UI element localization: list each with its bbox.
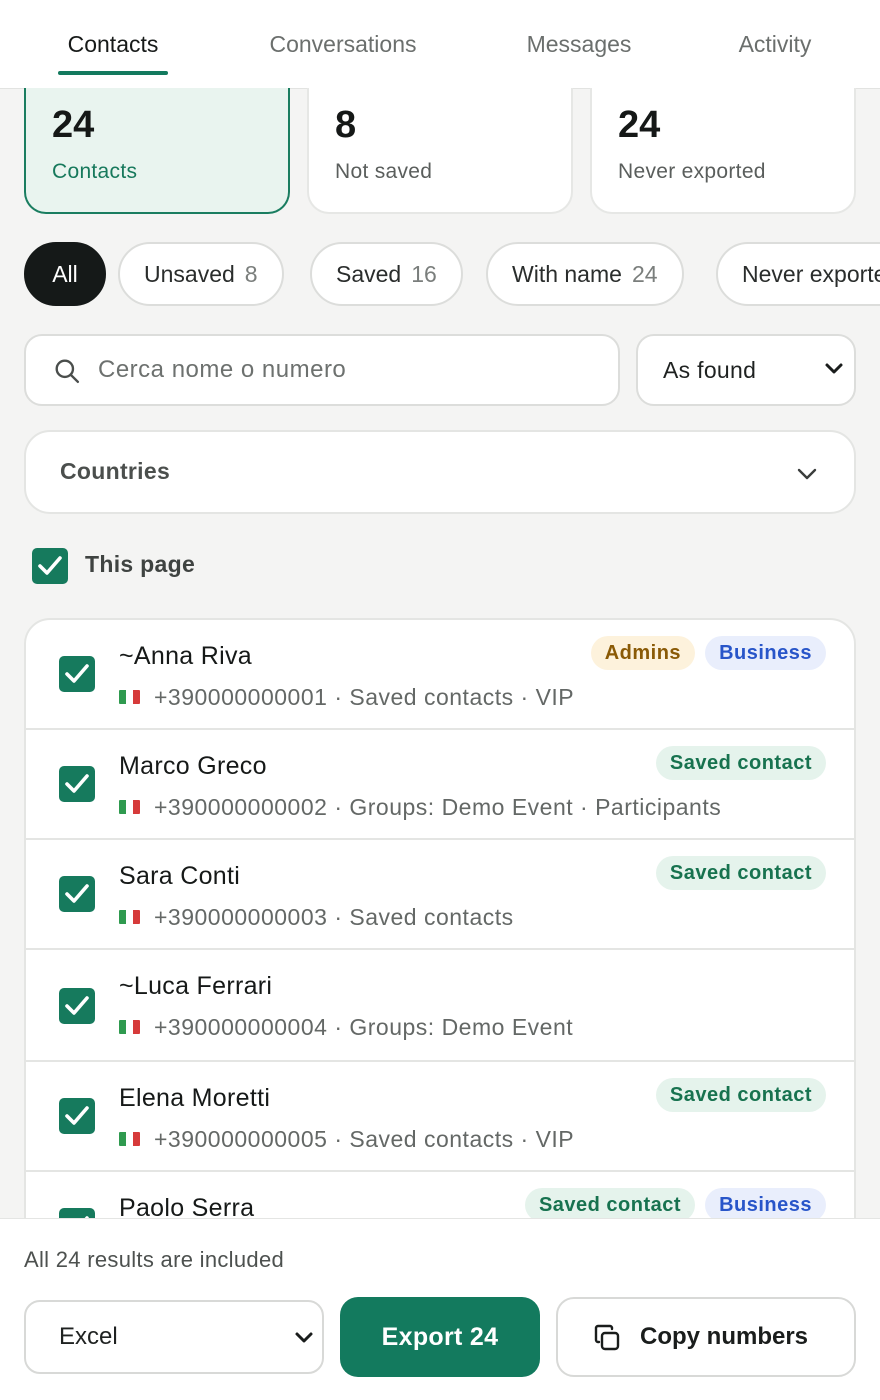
export-button[interactable]: Export 24: [340, 1297, 540, 1377]
stat-card-never-exported[interactable]: 24 Never exported: [590, 88, 856, 214]
contact-details: +390000000003 · Saved contacts: [154, 904, 514, 930]
italy-flag-icon: [119, 800, 140, 814]
checkmark-icon: [65, 1106, 89, 1125]
admins-badge: Admins: [590, 636, 696, 670]
tab-contacts[interactable]: Contacts: [58, 26, 168, 66]
row-checkbox[interactable]: [59, 1098, 95, 1134]
italy-flag-icon: [119, 1020, 140, 1034]
row-checkbox[interactable]: [59, 766, 95, 802]
italy-flag-icon: [119, 1132, 140, 1146]
chip-label: Saved: [336, 261, 402, 287]
row-checkbox[interactable]: [59, 876, 95, 912]
italy-flag-icon: [119, 690, 140, 704]
contact-details: +390000000004 · Groups: Demo Event: [154, 1014, 574, 1040]
contact-row[interactable]: Elena Moretti +390000000005 · Saved cont…: [26, 1062, 854, 1172]
contact-name: Marco Greco: [119, 752, 267, 780]
stat-value: 24: [618, 104, 661, 146]
tab-conversations[interactable]: Conversations: [252, 26, 434, 66]
checkmark-icon: [65, 664, 89, 683]
stat-label: Not saved: [335, 160, 433, 183]
tab-messages[interactable]: Messages: [512, 26, 646, 66]
chip-label: Never exported: [742, 261, 880, 287]
stat-label: Contacts: [52, 160, 138, 183]
chip-count: 8: [244, 261, 258, 287]
contact-name: ~Anna Riva: [119, 642, 252, 670]
chip-count: 24: [631, 261, 658, 287]
checkmark-icon: [38, 556, 62, 575]
contact-row[interactable]: ~Anna Riva +390000000001 · Saved contact…: [26, 620, 854, 730]
contact-meta: +390000000003 · Saved contacts: [119, 904, 514, 931]
sort-selected-value: As found: [663, 357, 757, 383]
contact-name: ~Luca Ferrari: [119, 972, 273, 1000]
contact-row[interactable]: ~Luca Ferrari +390000000004 · Groups: De…: [26, 950, 854, 1062]
chip-count: 16: [411, 261, 437, 287]
copy-icon: [594, 1324, 620, 1351]
italy-flag-icon: [119, 910, 140, 924]
contact-name: Sara Conti: [119, 862, 241, 890]
active-tab-indicator: [58, 71, 168, 75]
stat-value: 8: [335, 104, 357, 146]
results-note: All 24 results are included: [24, 1247, 285, 1272]
contact-row[interactable]: Marco Greco +390000000002 · Groups: Demo…: [26, 730, 854, 840]
saved-contact-badge: Saved contact: [524, 1188, 696, 1222]
business-badge: Business: [705, 1188, 826, 1222]
saved-contact-badge: Saved contact: [655, 1078, 826, 1112]
filter-chip-unsaved[interactable]: Unsaved 8: [118, 242, 284, 306]
contact-details: +390000000001 · Saved contacts · VIP: [154, 684, 575, 710]
contact-details: +390000000005 · Saved contacts · VIP: [154, 1126, 575, 1152]
row-checkbox[interactable]: [59, 656, 95, 692]
format-selected-value: Excel: [59, 1323, 118, 1350]
search-box: [24, 334, 620, 406]
copy-button-label: Copy numbers: [640, 1323, 809, 1350]
business-badge: Business: [705, 636, 826, 670]
export-button-label: Export 24: [381, 1323, 499, 1351]
countries-label: Countries: [60, 458, 171, 484]
filter-chip-never-exported[interactable]: Never exported: [716, 242, 880, 306]
export-footer: All 24 results are included Excel Export…: [0, 1218, 880, 1400]
contact-meta: +390000000004 · Groups: Demo Event: [119, 1014, 573, 1041]
contact-meta: +390000000002 · Groups: Demo Event · Par…: [119, 794, 721, 821]
chevron-down-icon: [295, 1332, 313, 1343]
select-page-label: This page: [85, 551, 196, 577]
export-format-select[interactable]: Excel: [24, 1300, 324, 1374]
copy-numbers-button[interactable]: Copy numbers: [556, 1297, 856, 1377]
saved-contact-badge: Saved contact: [655, 856, 826, 890]
checkmark-icon: [65, 884, 89, 903]
contact-list: ~Anna Riva +390000000001 · Saved contact…: [24, 618, 856, 1258]
tab-bar: Contacts Conversations Messages Activity: [0, 0, 880, 89]
filter-chip-saved[interactable]: Saved 16: [310, 242, 463, 306]
contact-meta: +390000000001 · Saved contacts · VIP: [119, 684, 574, 711]
contact-meta: +390000000005 · Saved contacts · VIP: [119, 1126, 574, 1153]
checkmark-icon: [65, 996, 89, 1015]
search-input[interactable]: [98, 350, 598, 390]
search-icon: [55, 359, 80, 384]
filter-chip-all[interactable]: All: [24, 242, 106, 306]
chip-label: All: [52, 261, 78, 287]
stat-label: Never exported: [618, 160, 766, 183]
filter-chip-with-name[interactable]: With name 24: [486, 242, 684, 306]
stat-card-not-saved[interactable]: 8 Not saved: [307, 88, 573, 214]
contact-row[interactable]: Sara Conti +390000000003 · Saved contact…: [26, 840, 854, 950]
stat-card-contacts[interactable]: 24 Contacts: [24, 88, 290, 214]
checkmark-icon: [65, 774, 89, 793]
saved-contact-badge: Saved contact: [655, 746, 826, 780]
chevron-down-icon: [797, 468, 817, 480]
countries-dropdown[interactable]: Countries: [24, 430, 856, 514]
stat-value: 24: [52, 104, 95, 146]
chevron-down-icon: [825, 363, 843, 374]
tab-activity[interactable]: Activity: [722, 26, 828, 66]
select-page-checkbox[interactable]: [32, 548, 68, 584]
chip-label: Unsaved: [144, 261, 235, 287]
chip-label: With name: [512, 261, 622, 287]
contact-name: Elena Moretti: [119, 1084, 271, 1112]
contact-details: +390000000002 · Groups: Demo Event · Par…: [154, 794, 722, 820]
row-checkbox[interactable]: [59, 988, 95, 1024]
sort-select[interactable]: As found: [636, 334, 856, 406]
